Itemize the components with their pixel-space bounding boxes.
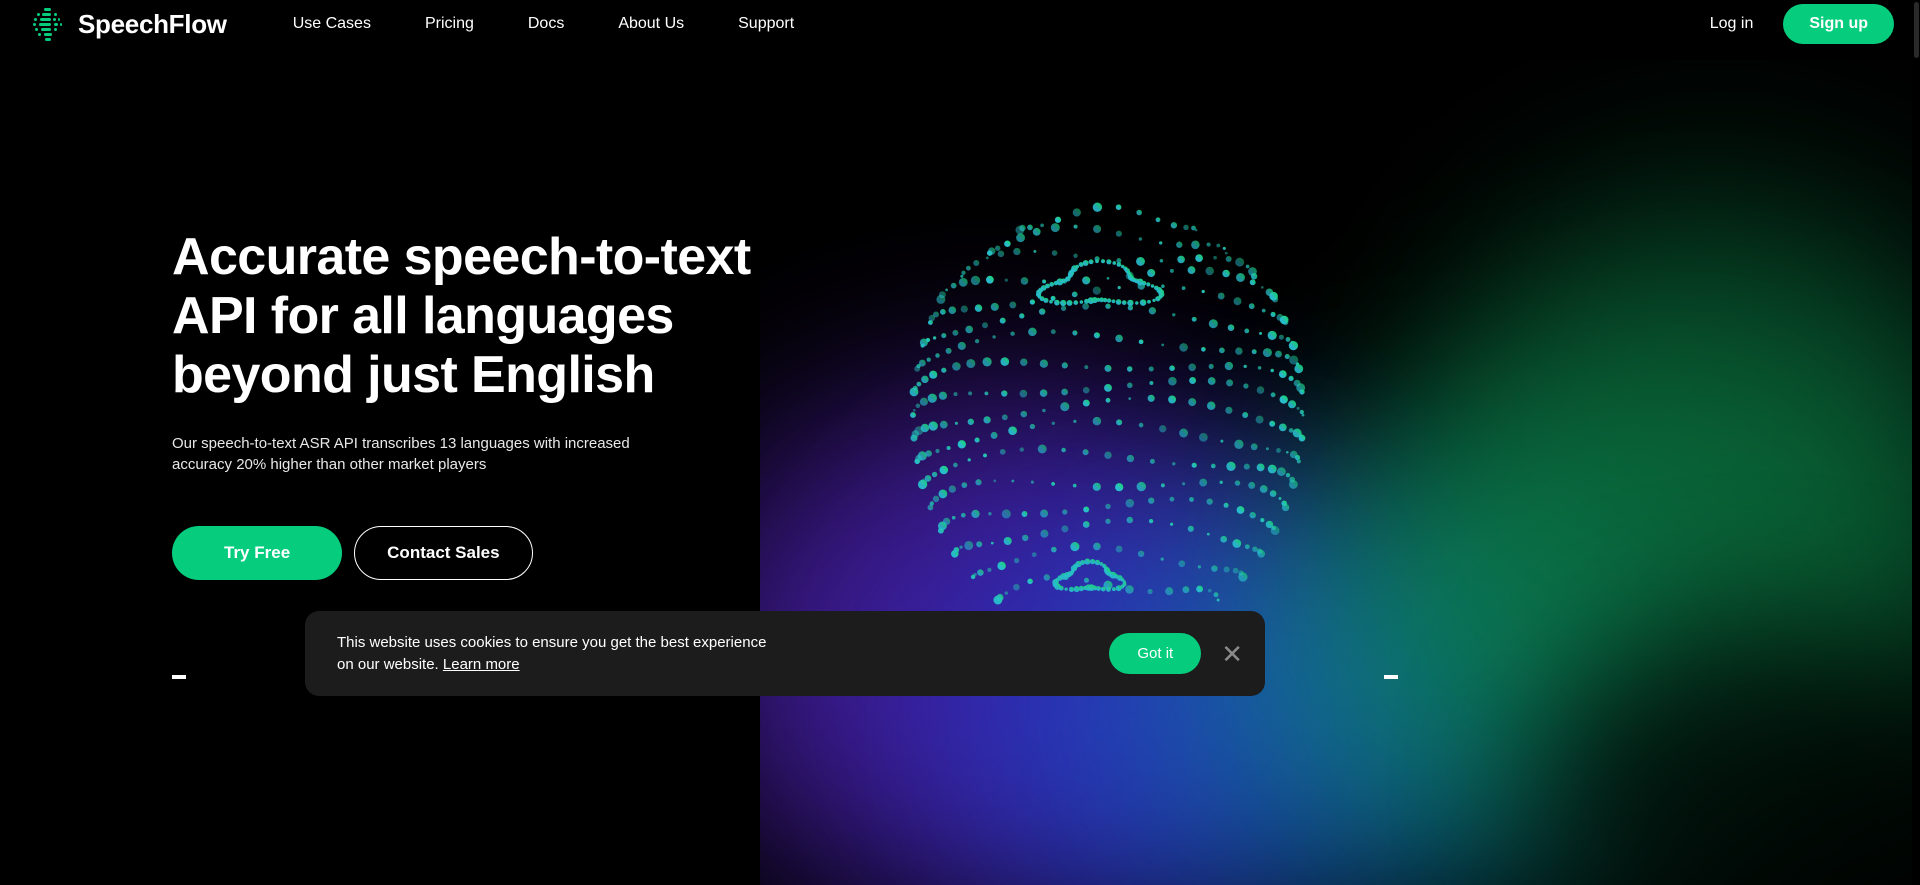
nav-link-pricing[interactable]: Pricing <box>425 9 474 39</box>
cookie-banner-text: This website uses cookies to ensure you … <box>337 632 766 676</box>
scrollbar-thumb[interactable] <box>1914 2 1919 58</box>
page-scrollbar[interactable] <box>1912 0 1920 885</box>
hero-title-line-2: API for all languages <box>172 287 674 345</box>
brand-logo[interactable]: SpeechFlow <box>28 4 227 44</box>
speechflow-dot-matrix-logo <box>28 4 68 44</box>
hero-title-line-1: Accurate speech-to-text <box>172 228 751 286</box>
nav-link-docs[interactable]: Docs <box>528 9 564 39</box>
hero-subtitle: Our speech-to-text ASR API transcribes 1… <box>172 435 630 473</box>
hero-title-line-3: beyond just English <box>172 346 655 404</box>
nav-link-support[interactable]: Support <box>738 9 794 39</box>
nav-link-use-cases[interactable]: Use Cases <box>293 9 371 39</box>
page-title: Accurate speech-to-text API for all lang… <box>172 228 872 405</box>
close-icon[interactable]: ✕ <box>1221 641 1243 667</box>
page-root: SpeechFlow Use Cases Pricing Docs About … <box>0 0 1920 885</box>
dotted-brain-illustration <box>880 200 1340 630</box>
carousel-indicator-right[interactable] <box>1384 675 1398 679</box>
nav-link-about-us[interactable]: About Us <box>618 9 684 39</box>
hero-section: Accurate speech-to-text API for all lang… <box>172 228 872 580</box>
carousel-indicator-left[interactable] <box>172 675 186 679</box>
cookie-consent-banner: This website uses cookies to ensure you … <box>305 611 1265 696</box>
nav-right-actions: Log in Sign up <box>1710 4 1894 44</box>
cookie-text-line-1: This website uses cookies to ensure you … <box>337 633 767 651</box>
brand-name: SpeechFlow <box>78 8 227 39</box>
cookie-banner-actions: Got it ✕ <box>1109 633 1243 674</box>
contact-sales-button[interactable]: Contact Sales <box>354 526 533 580</box>
login-link[interactable]: Log in <box>1710 15 1754 33</box>
top-navbar: SpeechFlow Use Cases Pricing Docs About … <box>0 0 1920 48</box>
try-free-button[interactable]: Try Free <box>172 526 343 580</box>
got-it-button[interactable]: Got it <box>1109 633 1202 674</box>
learn-more-link[interactable]: Learn more <box>443 656 520 673</box>
signup-button[interactable]: Sign up <box>1783 4 1894 44</box>
cookie-text-line-2: on our website. <box>337 655 439 673</box>
nav-links: Use Cases Pricing Docs About Us Support <box>293 9 794 39</box>
hero-cta-group: Try Free Contact Sales <box>172 526 872 580</box>
